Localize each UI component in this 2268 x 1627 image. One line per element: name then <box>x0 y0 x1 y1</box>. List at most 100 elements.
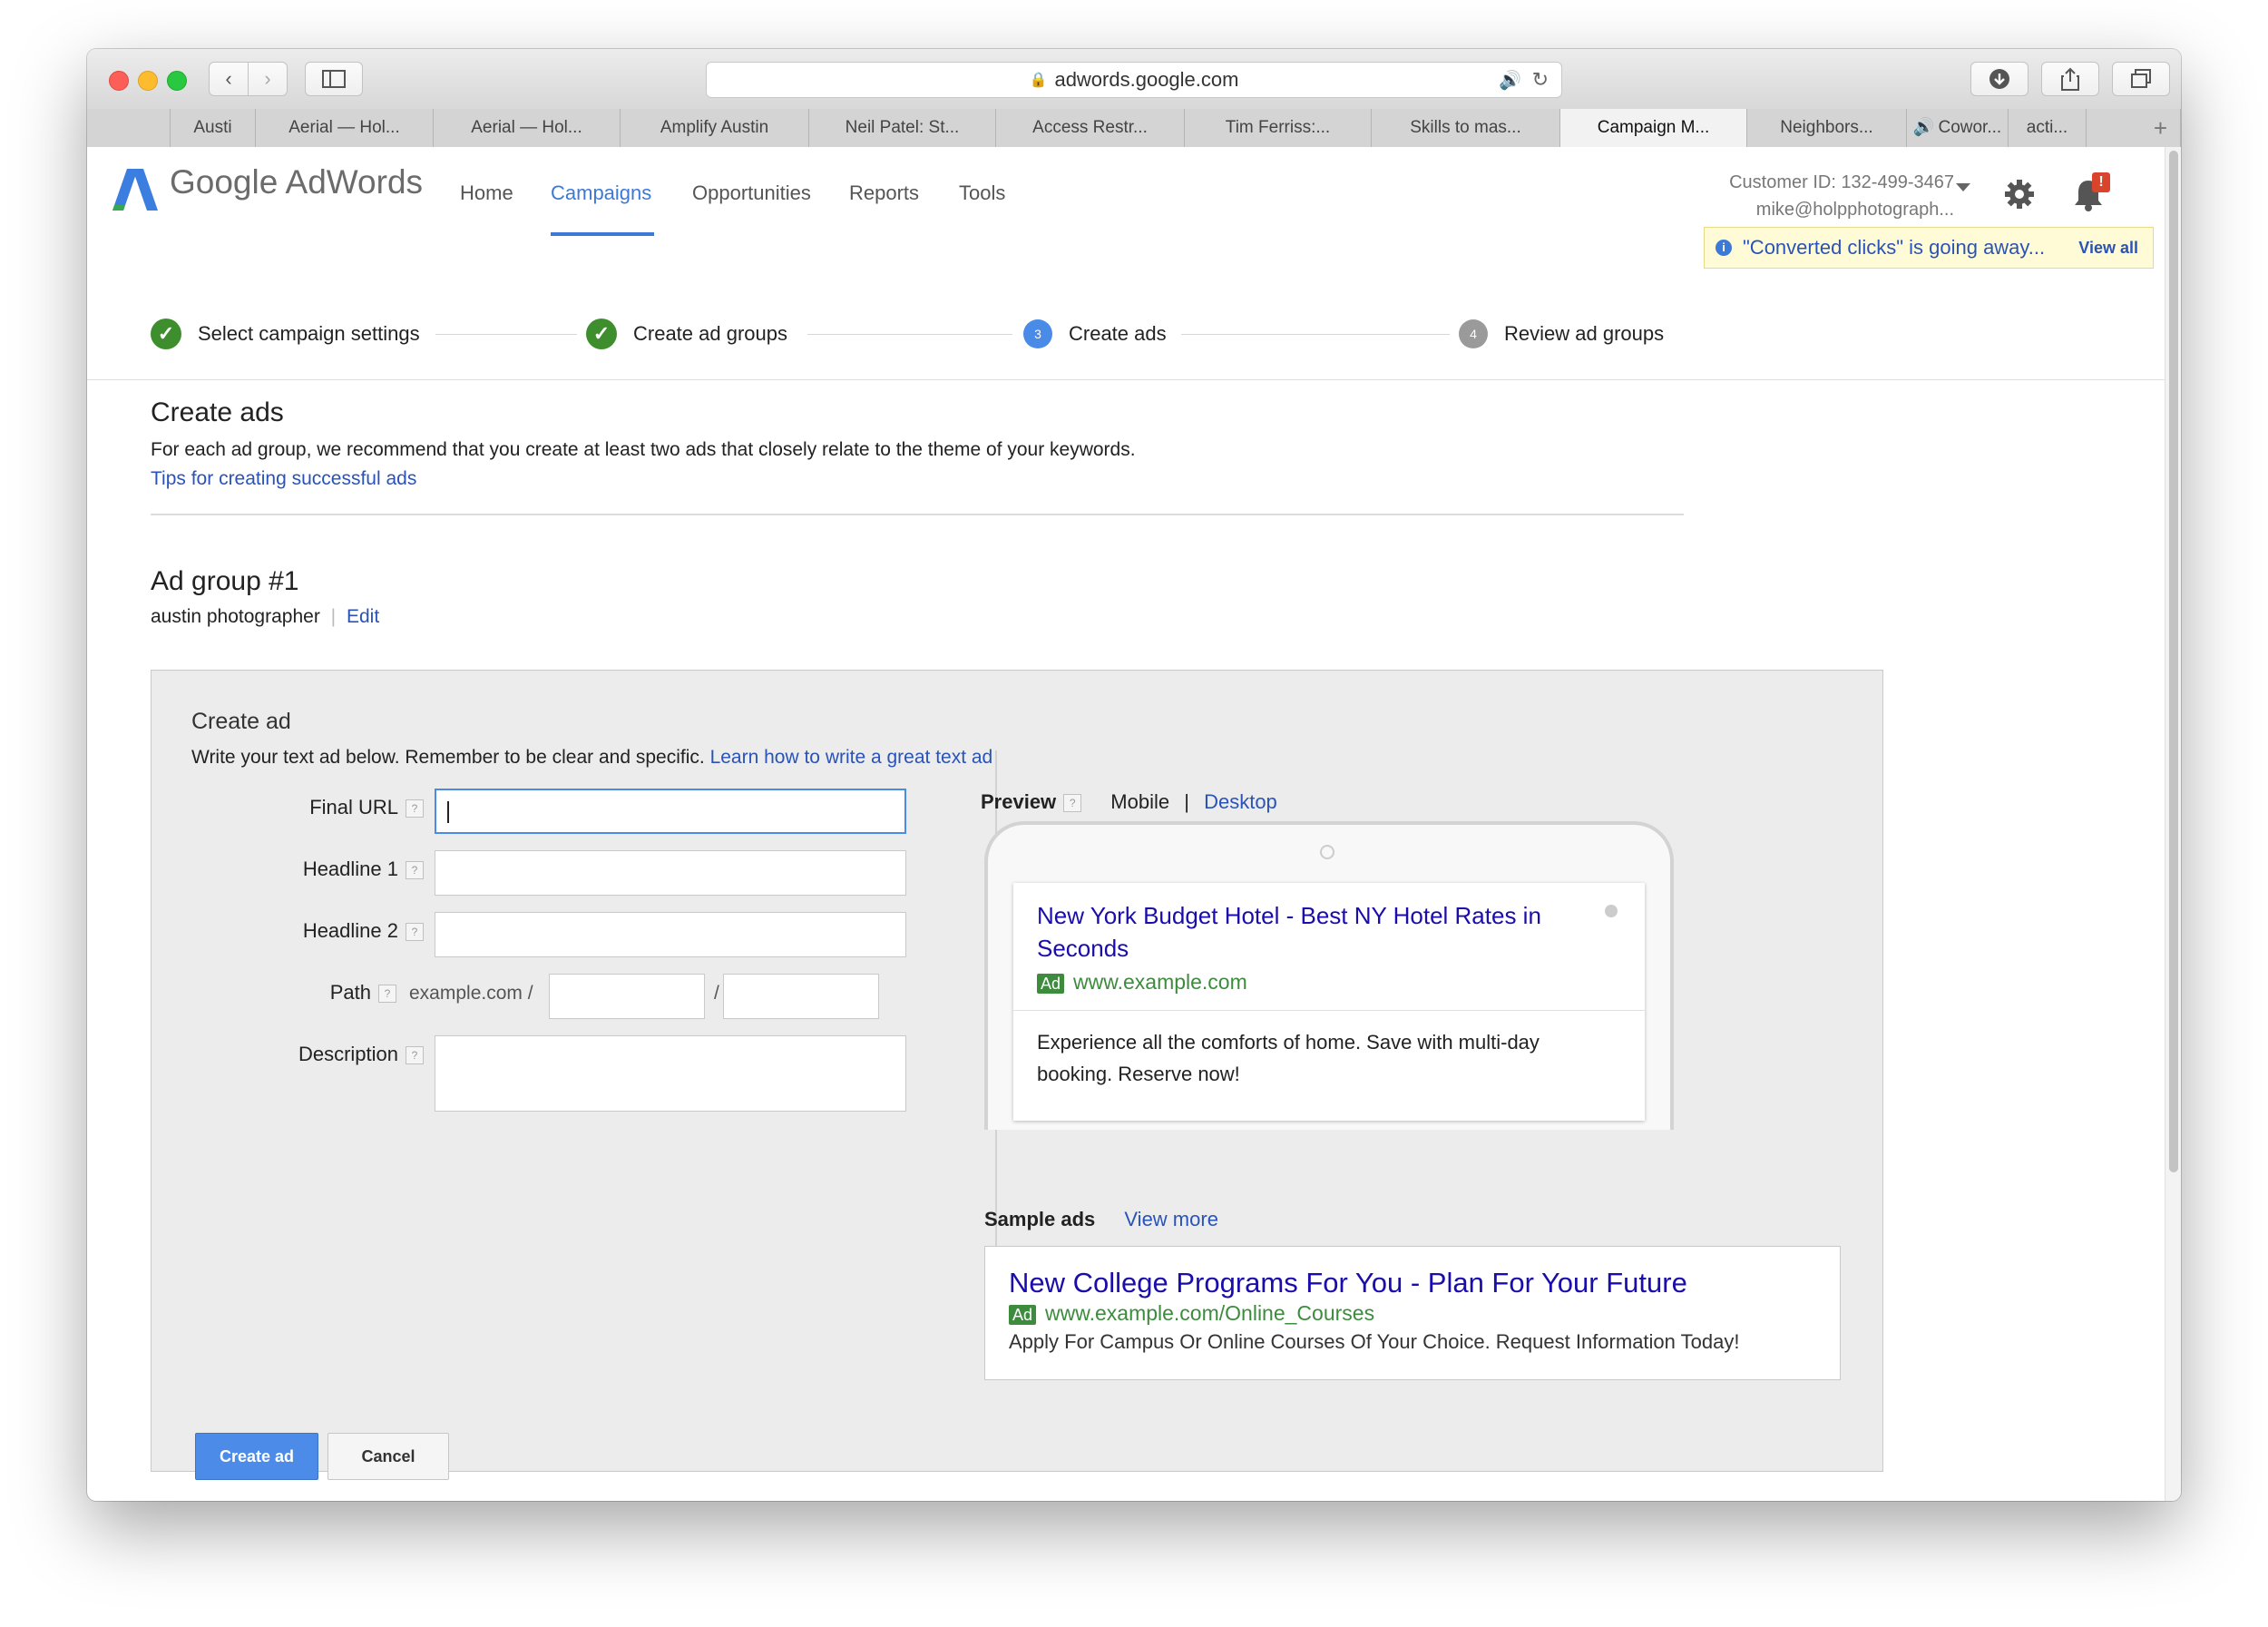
scrollbar-thumb[interactable] <box>2169 151 2178 1172</box>
app-logo-text[interactable]: Google AdWords <box>170 163 423 201</box>
info-dot-icon <box>1605 905 1618 917</box>
nav-home[interactable]: Home <box>460 181 513 205</box>
chevron-left-icon: ‹ <box>225 67 232 90</box>
separator: | <box>1184 790 1189 813</box>
edit-ad-group-link[interactable]: Edit <box>347 606 379 627</box>
tabs-overview-button[interactable] <box>2112 62 2170 96</box>
help-icon[interactable]: ? <box>406 1046 424 1065</box>
tab-item[interactable]: 🔊 Cowor... <box>1907 109 2009 147</box>
headline1-input[interactable] <box>435 850 906 896</box>
zoom-window-button[interactable] <box>167 71 187 91</box>
back-button[interactable]: ‹ <box>209 62 249 96</box>
nav-campaigns[interactable]: Campaigns <box>551 181 651 205</box>
headline1-label: Headline 1? <box>260 858 424 881</box>
account-email: mike@holpphotograph... <box>1755 200 1954 220</box>
phone-camera <box>1320 845 1334 859</box>
sidebar-icon <box>322 70 346 88</box>
step-3: 3 Create ads <box>1023 289 1167 379</box>
tab-item[interactable]: Skills to mas... <box>1372 109 1560 147</box>
help-icon[interactable]: ? <box>1063 794 1082 813</box>
chevron-right-icon: › <box>264 67 271 90</box>
label-text: Headline 2 <box>302 919 398 942</box>
tab-item[interactable]: acti... <box>2009 109 2087 147</box>
tips-link[interactable]: Tips for creating successful ads <box>151 468 416 490</box>
learn-link[interactable]: Learn how to write a great text ad <box>710 747 993 768</box>
create-ad-button[interactable]: Create ad <box>195 1433 318 1480</box>
description-input[interactable] <box>435 1035 906 1112</box>
gear-icon[interactable] <box>2003 178 2036 211</box>
step-label: Create ad groups <box>633 322 787 345</box>
browser-window: ‹ › 🔒 adwords.google.com 🔊 ↻ Austi Aeria… <box>87 49 2181 1501</box>
path1-input[interactable] <box>549 974 705 1019</box>
help-icon[interactable]: ? <box>406 861 424 880</box>
preview-ad-description: Experience all the comforts of home. Sav… <box>1037 1031 1540 1085</box>
ad-badge: Ad <box>1037 974 1065 994</box>
separator: | <box>330 606 337 627</box>
sample-ad-url-row: Ad www.example.com/Online_Courses <box>1009 1301 1374 1326</box>
downloads-button[interactable] <box>1970 62 2028 96</box>
notifications-button[interactable]: ! <box>2070 172 2114 216</box>
close-window-button[interactable] <box>109 71 129 91</box>
address-bar[interactable]: 🔒 adwords.google.com 🔊 ↻ <box>706 62 1562 98</box>
lock-icon: 🔒 <box>1029 73 1048 88</box>
help-icon[interactable]: ? <box>406 923 424 942</box>
headline2-input[interactable] <box>435 912 906 957</box>
step-label: Create ads <box>1069 322 1167 345</box>
preview-desktop-tab[interactable]: Desktop <box>1204 790 1277 813</box>
preview-ad-url-row: Ad www.example.com <box>1037 970 1247 995</box>
tab-item[interactable]: Aerial — Hol... <box>256 109 434 147</box>
sidebar-toggle-button[interactable] <box>305 62 363 96</box>
url-text: adwords.google.com <box>1054 68 1239 91</box>
minimize-window-button[interactable] <box>138 71 158 91</box>
step-1[interactable]: ✓ Select campaign settings <box>151 289 420 379</box>
browser-toolbar: ‹ › 🔒 adwords.google.com 🔊 ↻ <box>87 49 2181 110</box>
forward-button[interactable]: › <box>248 62 288 96</box>
step-connector <box>807 334 1012 335</box>
preview-mobile-tab[interactable]: Mobile <box>1110 790 1169 813</box>
notice-view-all-link[interactable]: View all <box>2078 239 2138 258</box>
help-icon[interactable]: ? <box>378 985 396 1004</box>
chevron-down-icon[interactable] <box>1956 183 1970 191</box>
tab-item[interactable]: Austi <box>171 109 256 147</box>
new-tab-button[interactable]: + <box>2087 109 2181 147</box>
step-connector <box>435 334 577 335</box>
tab-item[interactable]: Tim Ferriss:... <box>1185 109 1372 147</box>
adwords-logo-icon <box>112 169 158 211</box>
tab-item[interactable]: Neil Patel: St... <box>809 109 996 147</box>
label-text: Description <box>298 1043 398 1065</box>
nav-opportunities[interactable]: Opportunities <box>692 181 811 205</box>
share-button[interactable] <box>2041 62 2099 96</box>
tab-item[interactable]: Access Restr... <box>996 109 1185 147</box>
tab-item[interactable]: Amplify Austin <box>621 109 809 147</box>
path-separator: / <box>714 983 719 1004</box>
info-icon: i <box>1716 240 1732 256</box>
page-intro: For each ad group, we recommend that you… <box>151 439 1136 460</box>
audio-icon[interactable]: 🔊 <box>1499 69 1521 92</box>
step-2[interactable]: ✓ Create ad groups <box>586 289 787 379</box>
tab-item[interactable]: Aerial — Hol... <box>434 109 621 147</box>
help-icon[interactable]: ? <box>406 799 424 818</box>
nav-reports[interactable]: Reports <box>849 181 919 205</box>
form-instructions: Write your text ad below. Remember to be… <box>191 747 705 768</box>
ad-group-title: Ad group #1 <box>151 566 299 596</box>
cancel-button[interactable]: Cancel <box>327 1433 449 1480</box>
path2-input[interactable] <box>723 974 879 1019</box>
path-prefix: example.com / <box>409 983 533 1004</box>
tab-label: Cowor... <box>1938 118 2002 137</box>
final-url-input[interactable] <box>435 789 906 834</box>
sample-ad-card: New College Programs For You - Plan For … <box>984 1246 1841 1380</box>
reload-icon[interactable]: ↻ <box>1532 68 1549 92</box>
preview-ad-headline: New York Budget Hotel - Best NY Hotel Ra… <box>1037 902 1541 962</box>
notification-badge: ! <box>2092 172 2110 192</box>
tab-item[interactable]: Neighbors... <box>1747 109 1907 147</box>
tab-item-active[interactable]: Campaign M... <box>1560 109 1747 147</box>
nav-tools[interactable]: Tools <box>959 181 1005 205</box>
tab-bar: Austi Aerial — Hol... Aerial — Hol... Am… <box>87 109 2181 148</box>
account-switcher[interactable]: Customer ID: 132-499-3467 mike@holpphoto… <box>1729 169 1954 223</box>
path-label: Path? <box>260 981 396 1005</box>
sample-ads-label: Sample ads <box>984 1208 1096 1230</box>
view-more-link[interactable]: View more <box>1124 1208 1218 1230</box>
ad-group-keyword: austin photographer <box>151 606 320 627</box>
description-label: Description? <box>260 1043 424 1066</box>
page-scrollbar[interactable] <box>2165 147 2181 1501</box>
